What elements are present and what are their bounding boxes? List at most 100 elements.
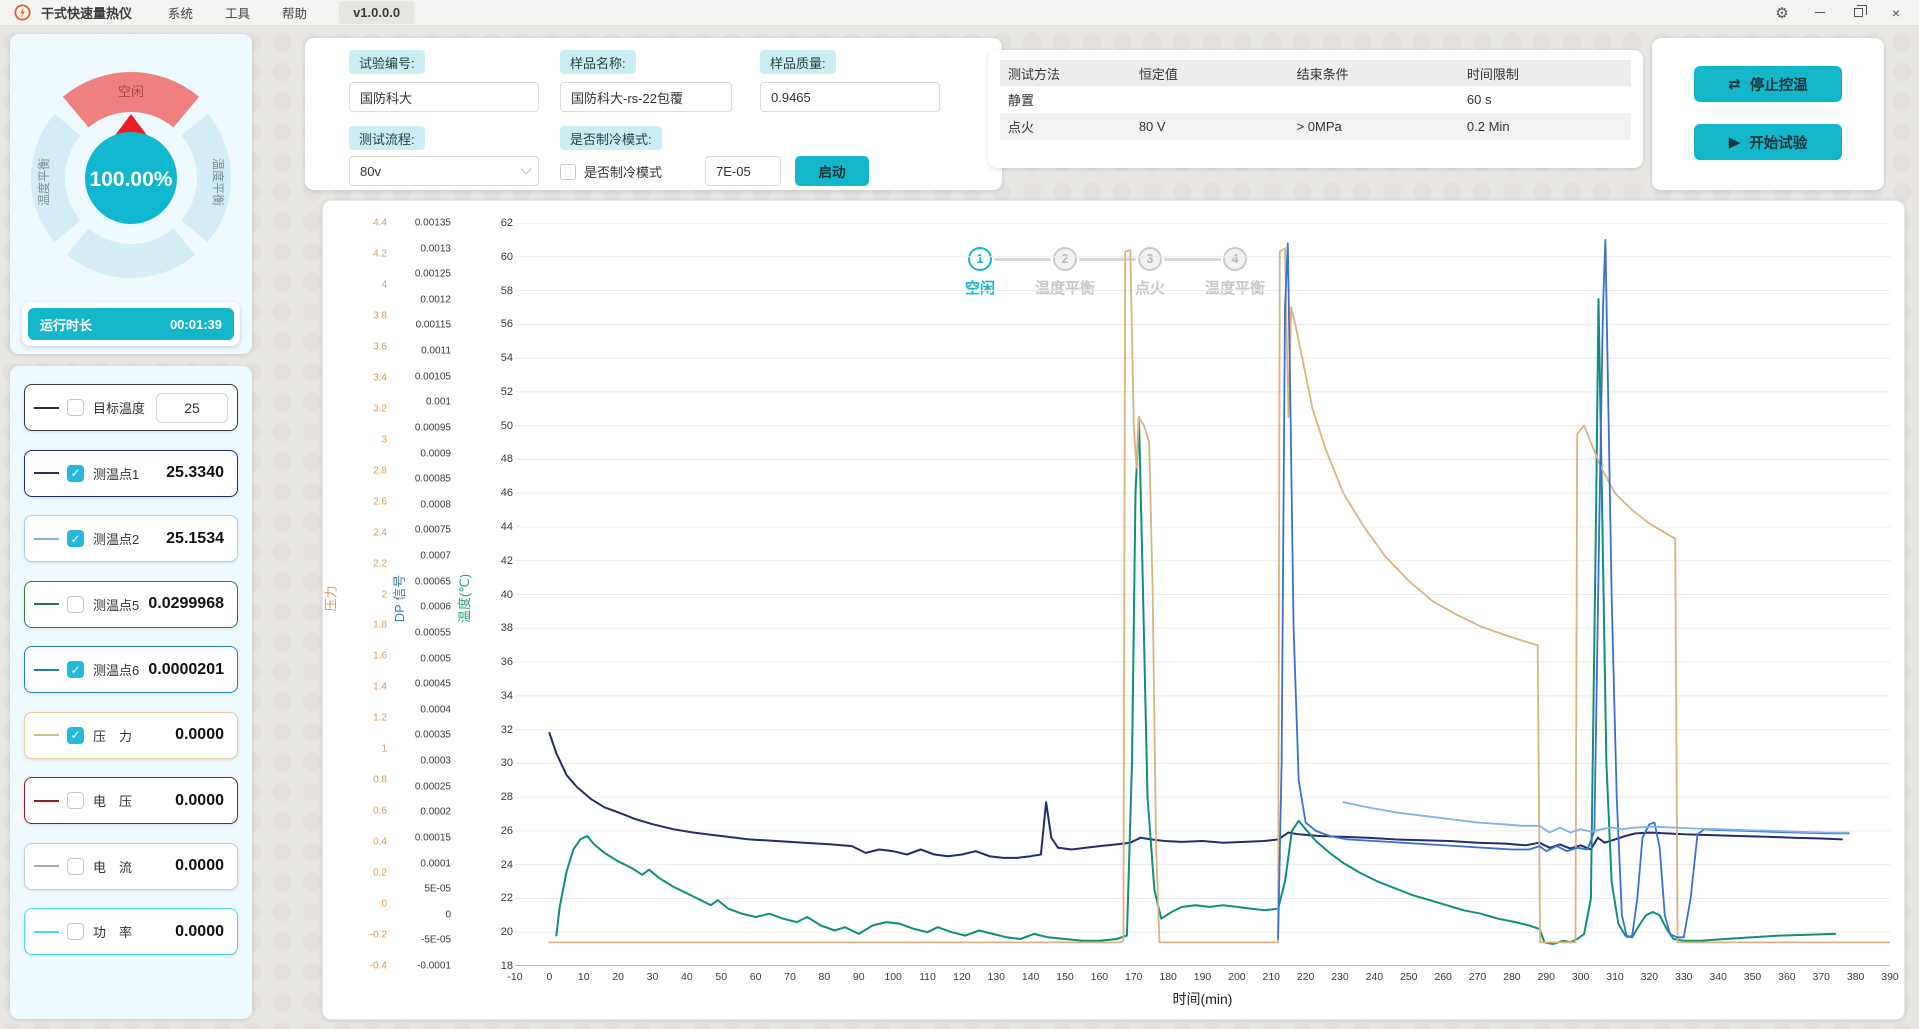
x-tick-label: 320	[1641, 971, 1659, 983]
tick-label: 0.0001	[420, 858, 451, 869]
threshold-input[interactable]: 7E-05	[705, 156, 781, 186]
restore-button[interactable]	[1841, 1, 1875, 25]
series-visibility-checkbox[interactable]	[67, 399, 84, 416]
tick-label: 58	[501, 285, 513, 297]
start-test-button[interactable]: ▶ 开始试验	[1694, 124, 1842, 160]
tick-label: 0.00085	[415, 474, 451, 485]
exp-no-input[interactable]: 国防科大	[349, 82, 539, 112]
x-tick-label: -10	[507, 971, 522, 983]
series-visibility-checkbox[interactable]	[67, 858, 84, 875]
x-tick-label: 10	[578, 971, 590, 983]
tick-label: 0.00055	[415, 627, 451, 638]
x-tick-label: 240	[1366, 971, 1384, 983]
series-visibility-checkbox[interactable]: ✓	[67, 661, 84, 678]
x-tick-label: 30	[647, 971, 659, 983]
menu-system[interactable]: 系统	[154, 0, 207, 25]
ignite-start-button[interactable]: 启动	[795, 156, 869, 186]
tick-label: 0.0005	[420, 653, 451, 664]
tick-label: 3.4	[373, 372, 387, 383]
tick-label: 1.4	[373, 682, 387, 693]
tick-label: 0.00075	[415, 525, 451, 536]
menu-help[interactable]: 帮助	[268, 0, 321, 25]
series-测温点2	[1343, 802, 1848, 832]
series-label: 目标温度	[93, 398, 145, 417]
methods-cell: > 0MPa	[1297, 119, 1467, 134]
series-line-sample	[34, 865, 59, 867]
flow-select[interactable]: 80v	[349, 156, 539, 186]
x-tick-label: 350	[1744, 971, 1762, 983]
methods-header-cell: 测试方法	[1000, 64, 1139, 83]
minimize-button[interactable]	[1803, 1, 1837, 25]
tick-label: 0.0008	[420, 499, 451, 510]
stop-temp-control-label: 停止控温	[1750, 74, 1808, 95]
x-tick-label: 160	[1091, 971, 1109, 983]
tick-label: 1.8	[373, 620, 387, 631]
x-axis-ticks: -100102030405060708090100110120130140150…	[515, 971, 1890, 985]
series-label: 电 流	[93, 857, 132, 876]
tick-label: 36	[501, 656, 513, 668]
series-label: 测温点6	[93, 660, 139, 679]
series-label: 功 率	[93, 922, 132, 941]
tick-label: 0.00105	[415, 371, 451, 382]
tick-label: 3.2	[373, 403, 387, 414]
series-value: 0.0000	[175, 923, 224, 941]
series-visibility-checkbox[interactable]: ✓	[67, 530, 84, 547]
x-tick-label: 390	[1881, 971, 1899, 983]
menu-tools[interactable]: 工具	[211, 0, 264, 25]
sample-name-input[interactable]: 国防科大-rs-22包覆	[560, 82, 732, 112]
x-tick-label: 250	[1400, 971, 1418, 983]
cooling-checkbox[interactable]	[560, 164, 576, 180]
x-tick-label: 370	[1812, 971, 1830, 983]
methods-cell: 80 V	[1139, 119, 1297, 134]
tick-label: 0.00095	[415, 422, 451, 433]
x-tick-label: 60	[750, 971, 762, 983]
close-button[interactable]: ×	[1879, 1, 1913, 25]
tick-label: 0.00045	[415, 679, 451, 690]
tick-label: 0.00025	[415, 781, 451, 792]
tick-label: -5E-05	[421, 935, 451, 946]
methods-cell: 60 s	[1467, 92, 1631, 107]
tick-label: 34	[501, 690, 513, 702]
tick-label: 2.8	[373, 465, 387, 476]
tick-label: 32	[501, 724, 513, 736]
tick-label: 0	[445, 909, 451, 920]
series-测温点5	[556, 299, 1835, 944]
start-test-label: 开始试验	[1749, 132, 1807, 153]
series-visibility-checkbox[interactable]	[67, 792, 84, 809]
stop-temp-control-button[interactable]: ⇄ 停止控温	[1694, 66, 1842, 102]
series-value: 25.3340	[166, 464, 224, 482]
series-label: 电 压	[93, 791, 132, 810]
methods-cell: 点火	[1000, 117, 1139, 136]
series-visibility-checkbox[interactable]: ✓	[67, 465, 84, 482]
tick-label: 56	[501, 318, 513, 330]
plot-area[interactable]	[515, 223, 1890, 966]
play-icon: ▶	[1729, 133, 1741, 151]
series-value: 0.0000201	[148, 661, 224, 679]
methods-table-header: 测试方法恒定值结束条件时间限制	[1000, 60, 1631, 86]
series-visibility-checkbox[interactable]	[67, 596, 84, 613]
series-visibility-checkbox[interactable]	[67, 923, 84, 940]
tick-label: 20	[501, 926, 513, 938]
cooling-label: 是否制冷模式:	[560, 126, 662, 150]
x-tick-label: 210	[1262, 971, 1280, 983]
settings-gear-icon[interactable]: ⚙	[1765, 1, 1799, 25]
series-value: 0.0000	[175, 857, 224, 875]
tick-label: 5E-05	[424, 884, 451, 895]
sample-mass-input[interactable]: 0.9465	[760, 82, 940, 112]
chart-panel: 1空闲2温度平衡3点火4温度平衡 压力 DP 信号 温度(℃) 4.44.243…	[322, 200, 1905, 1020]
x-tick-label: 120	[953, 971, 971, 983]
methods-table-row[interactable]: 静置60 s	[1000, 86, 1631, 113]
x-axis-title: 时间(min)	[515, 989, 1890, 1009]
tick-label: 0.0013	[420, 243, 451, 254]
tick-label: -0.2	[370, 930, 387, 941]
tick-label: 2.4	[373, 527, 387, 538]
methods-table-row[interactable]: 点火80 V> 0MPa0.2 Min	[1000, 113, 1631, 140]
x-tick-label: 110	[919, 971, 936, 983]
tick-label: -0.4	[370, 961, 387, 972]
repeat-icon: ⇄	[1728, 75, 1741, 93]
tick-label: 0.0003	[420, 756, 451, 767]
tick-label: 46	[501, 487, 513, 499]
series-visibility-checkbox[interactable]: ✓	[67, 727, 84, 744]
target-temp-input[interactable]: 25	[156, 393, 228, 423]
test-methods-panel: 测试方法恒定值结束条件时间限制静置60 s点火80 V> 0MPa0.2 Min	[988, 50, 1643, 168]
